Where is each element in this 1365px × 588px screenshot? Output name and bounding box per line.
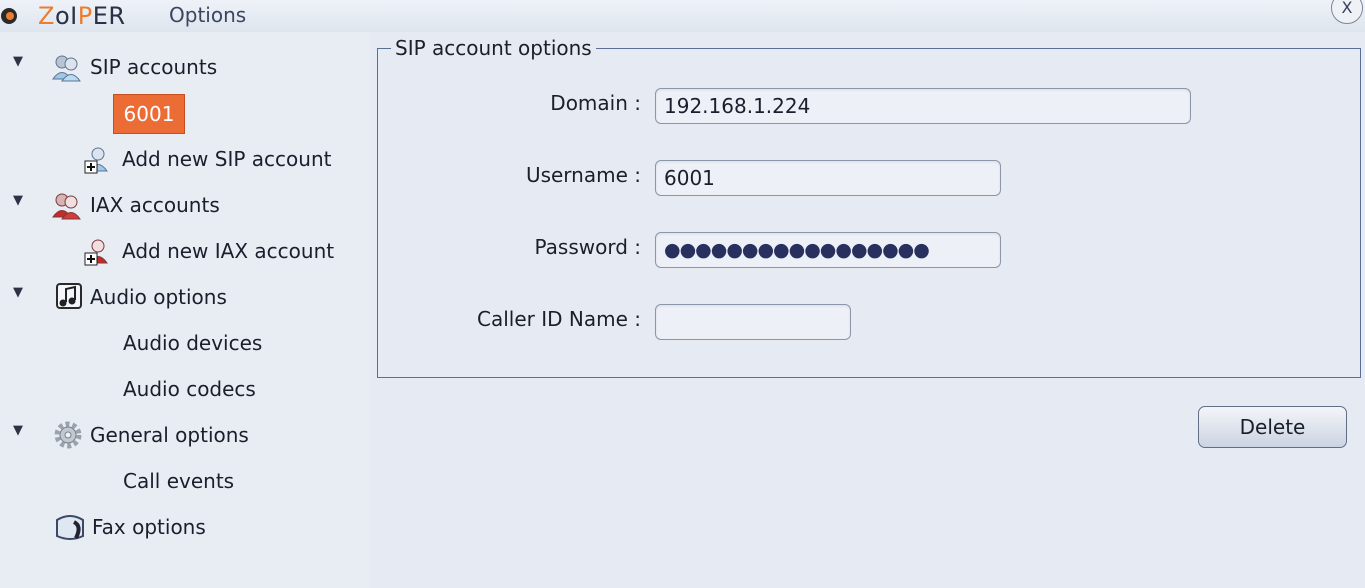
sip-users-icon [52,55,81,82]
tree-item-label: Add new IAX account [122,239,335,263]
tree-item-label: IAX accounts [90,193,220,217]
tree-item-label: Audio options [90,285,227,309]
tree-item-add-iax-account[interactable]: Add new IAX account [82,234,334,268]
options-tree: ▼ SIP accounts 6001 Add new SIP account … [0,32,369,588]
expand-arrow-icon[interactable]: ▼ [13,423,23,438]
tree-item-label: Add new SIP account [122,147,332,171]
zoiper-logo: ZoIPER [38,2,126,30]
domain-field[interactable]: 192.168.1.224 [655,88,1191,124]
delete-button[interactable]: Delete [1198,406,1347,448]
tree-item-label: General options [90,423,249,447]
add-user-icon [84,147,108,174]
password-field[interactable]: ●●●●●●●●●●●●●●●●● [655,232,1001,268]
tree-item-add-sip-account[interactable]: Add new SIP account [82,142,331,176]
title-bar: ZoIPER Options X [0,0,1365,32]
caller-id-name-label: Caller ID Name : [477,307,641,331]
expand-arrow-icon[interactable]: ▼ [13,193,23,208]
tree-item-call-events[interactable]: Call events [123,464,234,498]
sip-account-6001[interactable]: 6001 [113,94,185,134]
tree-item-label: SIP accounts [90,55,218,79]
tree-item-general-options[interactable]: General options [50,418,249,452]
caller-id-name-field[interactable] [655,304,851,340]
add-iax-user-icon [84,239,108,266]
window-title: Options [169,3,247,27]
tree-item-label: Audio codecs [123,377,256,401]
domain-label: Domain : [550,91,641,115]
music-note-icon [56,283,82,309]
username-label: Username : [525,163,641,187]
iax-users-icon [52,193,81,220]
tree-item-label: Call events [123,469,235,493]
group-title: SIP account options [391,36,596,60]
tree-item-label: Audio devices [123,331,263,355]
fax-icon [56,515,84,540]
tree-item-audio-codecs[interactable]: Audio codecs [123,372,256,406]
expand-arrow-icon[interactable]: ▼ [13,54,23,69]
tree-item-audio-options[interactable]: Audio options [50,280,227,314]
zoiper-app-icon [1,8,17,24]
password-label: Password : [534,235,641,259]
tree-item-audio-devices[interactable]: Audio devices [123,326,262,360]
gear-icon [54,421,82,449]
expand-arrow-icon[interactable]: ▼ [13,285,23,300]
username-field[interactable]: 6001 [655,160,1001,196]
tree-item-label: Fax options [92,515,206,539]
close-button[interactable]: X [1331,0,1363,24]
tree-item-iax-accounts[interactable]: IAX accounts [50,188,220,222]
tree-item-sip-accounts[interactable]: SIP accounts [50,50,217,84]
tree-item-fax-options[interactable]: Fax options [50,510,206,544]
